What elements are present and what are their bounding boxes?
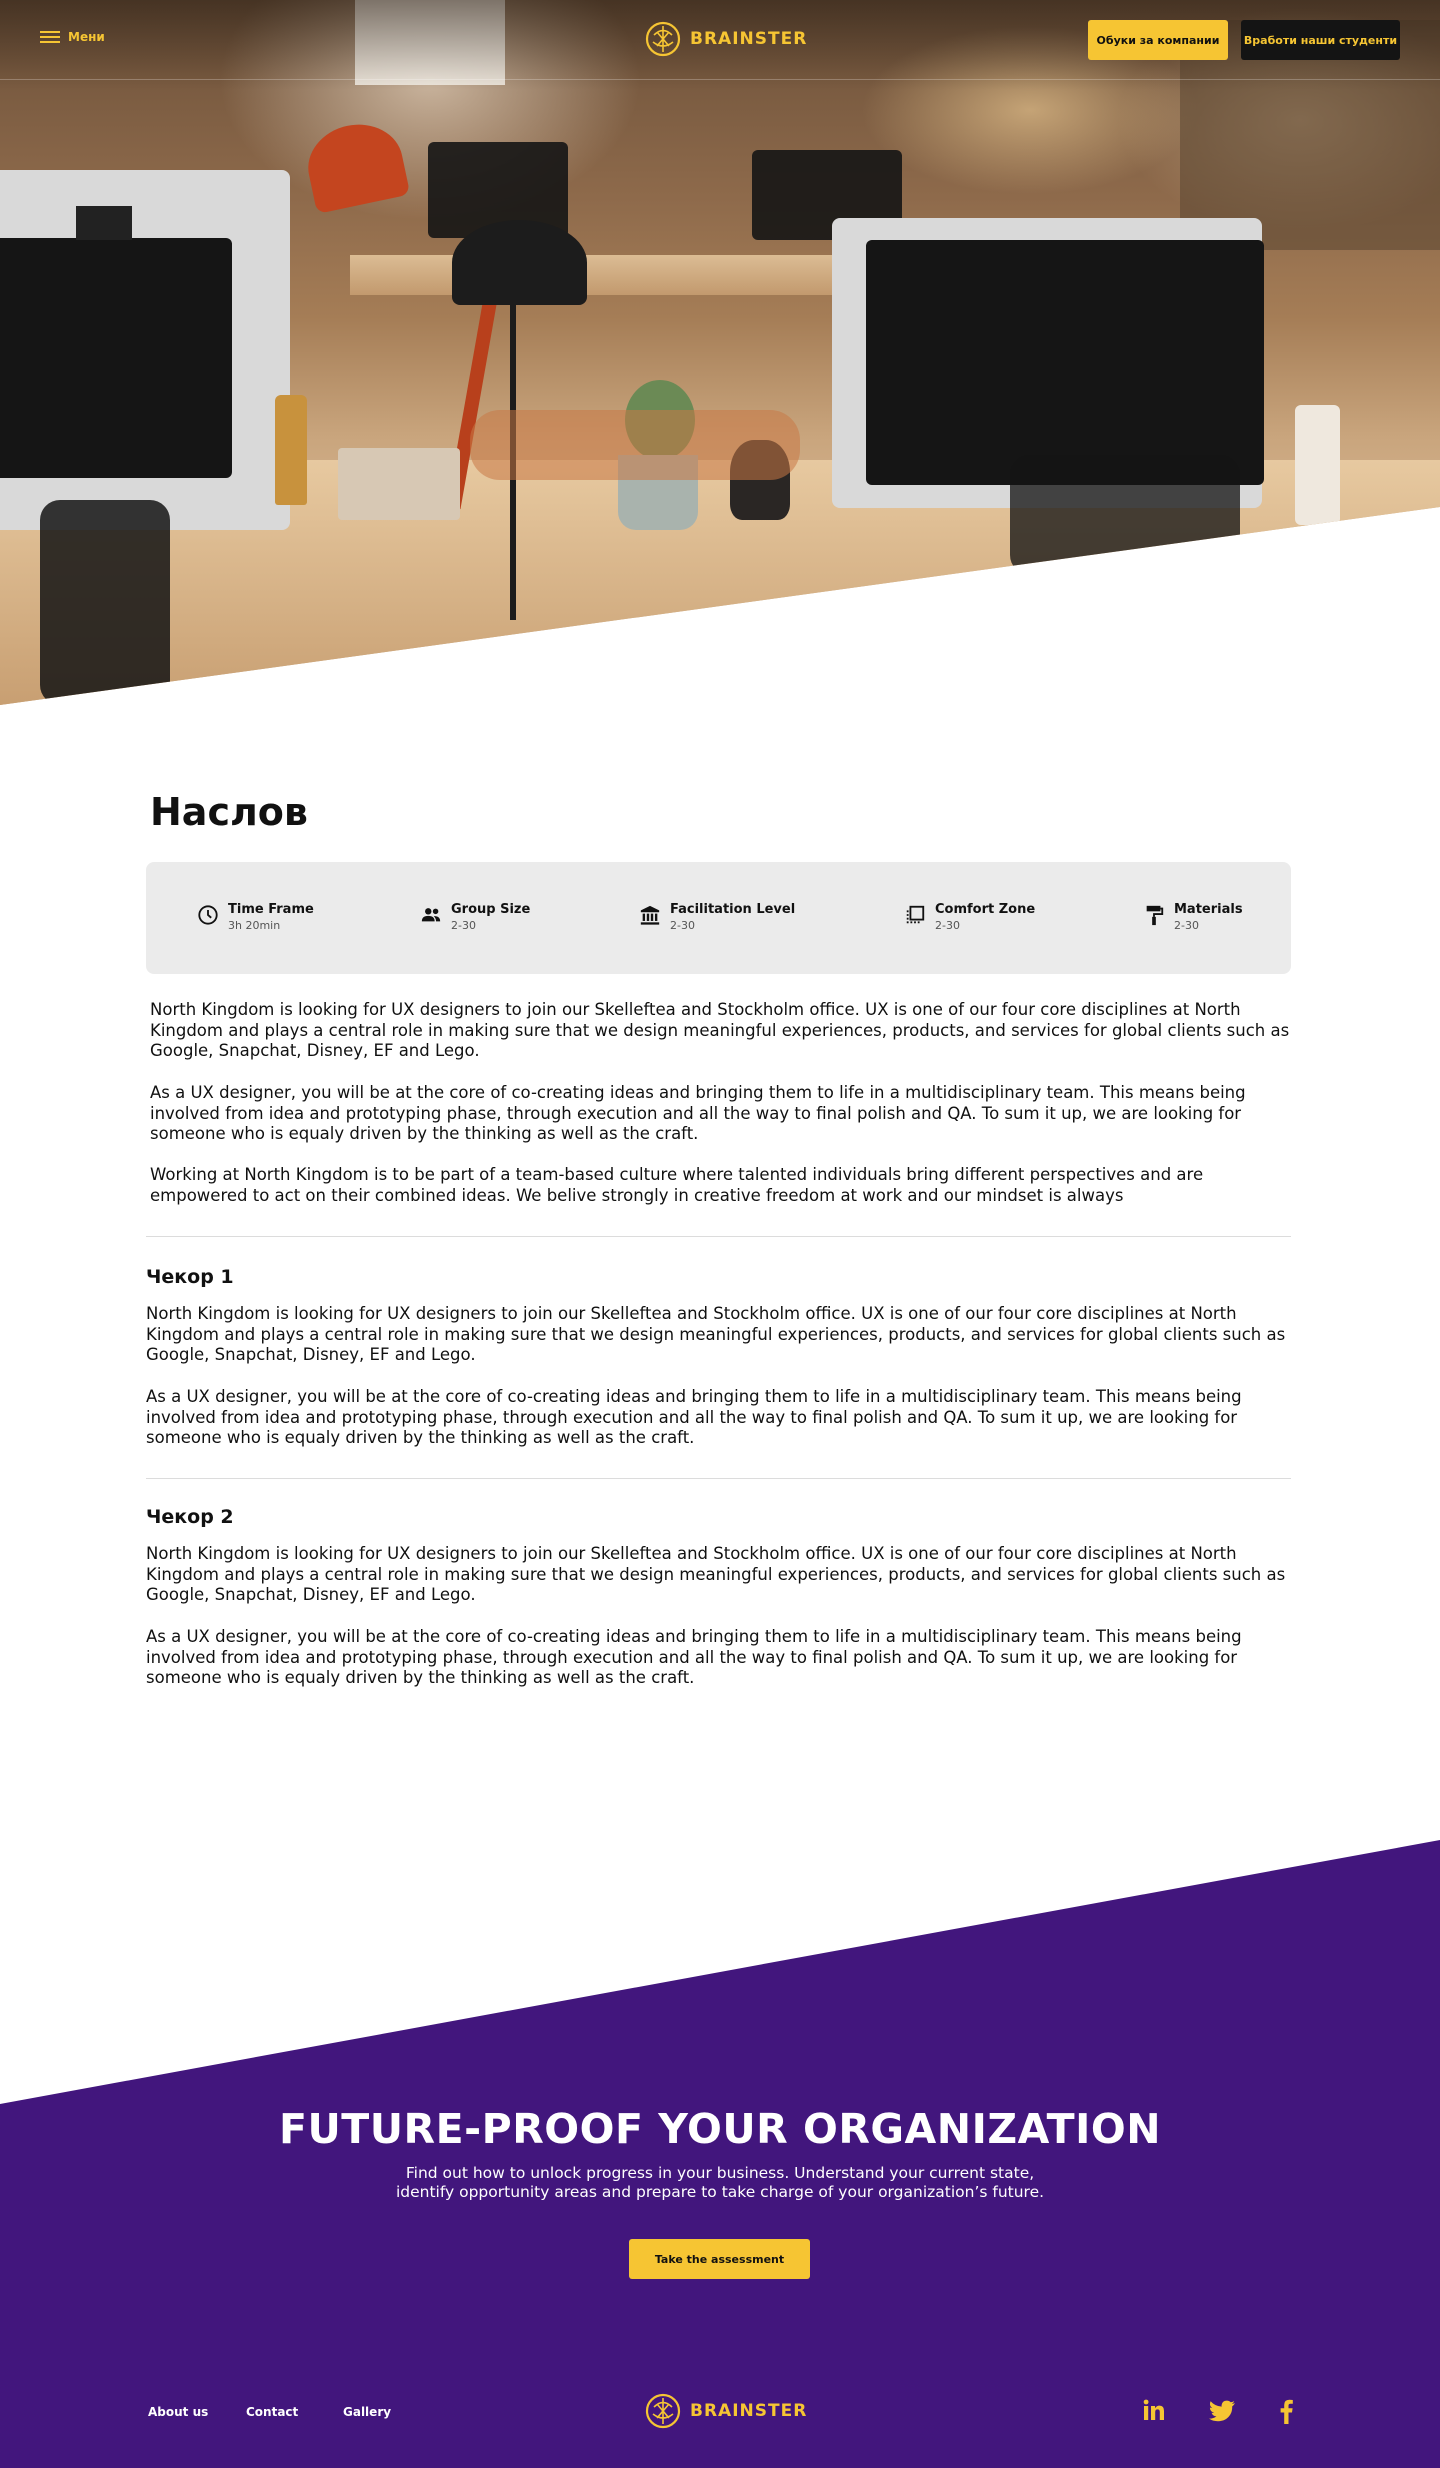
brand-name: BRAINSTER [690,29,808,49]
info-value: 2-30 [1174,919,1199,932]
facebook-icon[interactable] [1278,2398,1294,2428]
brain-logo-icon [645,21,681,57]
footer-link-about[interactable]: About us [148,2405,208,2419]
footer-link-contact[interactable]: Contact [246,2405,298,2419]
paint-roller-icon [1146,905,1164,926]
info-facilitation-level: Facilitation Level 2-30 [639,902,795,933]
intro-paragraph: As a UX designer, you will be at the cor… [150,1083,1246,1143]
info-label: Facilitation Level [670,902,796,917]
take-assessment-button[interactable]: Take the assessment [629,2239,810,2279]
step-heading: Чекор 2 [146,1506,234,1528]
group-icon [421,908,441,922]
radio [338,448,460,520]
copy-icon [906,905,925,924]
info-time-frame: Time Frame 3h 20min [197,902,314,933]
brain-logo-icon [645,2393,681,2429]
info-bar: Time Frame 3h 20min Group Size 2-30 Faci… [146,862,1291,974]
menu-button[interactable]: Мени [40,30,105,44]
info-comfort-zone: Comfort Zone 2-30 [904,902,1035,933]
info-value: 2-30 [670,919,695,932]
step-paragraph: As a UX designer, you will be at the cor… [146,1387,1242,1447]
chair-left [40,500,170,705]
cta-title: FUTURE-PROOF YOUR ORGANIZATION [278,2105,1162,2153]
monitor-right [866,240,1264,485]
companies-training-button[interactable]: Обуки за компании [1088,20,1228,60]
info-label: Group Size [451,902,531,917]
step-heading: Чекор 1 [146,1266,234,1288]
brand-logo[interactable]: BRAINSTER [644,20,807,58]
info-label: Time Frame [228,902,314,917]
intro-paragraph: Working at North Kingdom is to be part o… [150,1165,1204,1205]
monitor-left [0,238,232,478]
hamburger-icon [40,30,60,44]
black-lamp [452,220,587,305]
cta-section-background [0,1840,1440,2468]
hero-image [0,0,1440,705]
clock-icon [198,905,218,925]
info-group-size: Group Size 2-30 [420,902,530,933]
top-nav: Мени BRAINSTER Обуки за компании Вработи… [0,0,1440,80]
info-value: 3h 20min [228,919,281,932]
linkedin-icon[interactable] [1142,2398,1166,2426]
divider [146,1478,1291,1479]
intro-paragraph: North Kingdom is looking for UX designer… [150,1000,1290,1060]
twitter-icon[interactable] [1208,2400,1236,2428]
cushion [470,410,800,480]
sticker [76,206,132,240]
page-title: Наслов [150,790,308,834]
menu-label: Мени [68,30,105,44]
step-paragraph: North Kingdom is looking for UX designer… [146,1544,1286,1604]
bottle [275,395,307,505]
cta-description: Find out how to unlock progress in your … [395,2164,1045,2201]
can [1295,405,1340,525]
divider [146,1236,1291,1237]
info-label: Materials [1174,902,1243,917]
step-paragraph: North Kingdom is looking for UX designer… [146,1304,1286,1364]
hire-students-button[interactable]: Вработи наши студенти [1241,20,1400,60]
bank-icon [640,905,660,925]
chair-right [1010,455,1240,575]
info-label: Comfort Zone [935,902,1036,917]
footer-brand-logo[interactable]: BRAINSTER [644,2392,807,2430]
info-materials: Materials 2-30 [1143,902,1243,933]
info-value: 2-30 [451,919,476,932]
info-value: 2-30 [935,919,960,932]
footer-link-gallery[interactable]: Gallery [343,2405,391,2419]
step-paragraph: As a UX designer, you will be at the cor… [146,1627,1242,1687]
brand-name: BRAINSTER [690,2401,808,2421]
red-lamp [300,115,411,215]
